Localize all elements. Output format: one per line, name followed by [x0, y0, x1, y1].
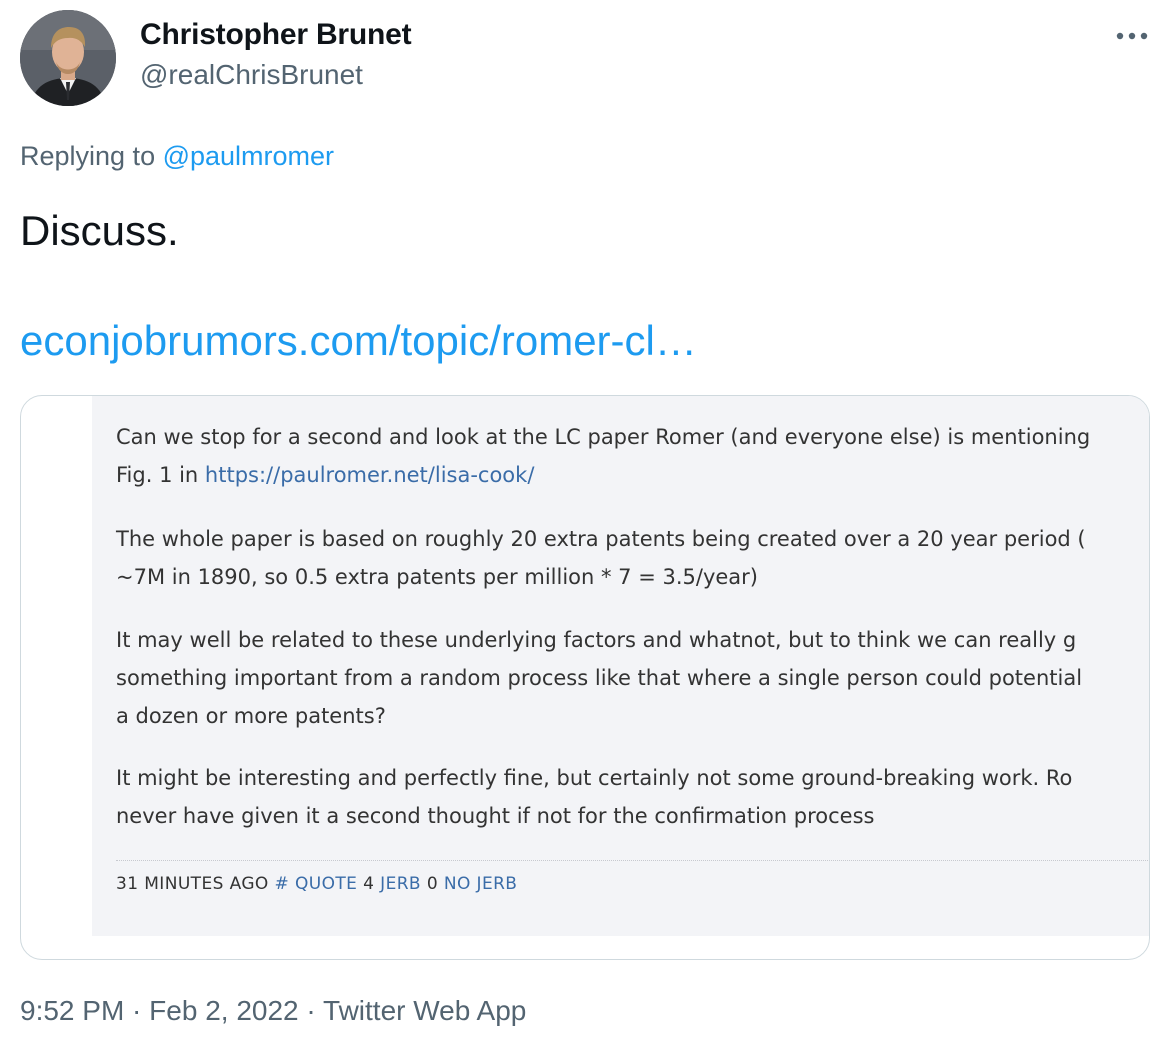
more-options-button[interactable]: [1108, 20, 1156, 52]
post-line: The whole paper is based on roughly 20 e…: [116, 527, 1086, 551]
post-line: It may well be related to these underlyi…: [116, 628, 1077, 652]
post-jerb-count: 4: [363, 874, 375, 894]
tweet-metadata: 9:52 PM · Feb 2, 2022 · Twitter Web App: [20, 995, 526, 1027]
post-no-jerb-count: 0: [426, 874, 439, 894]
author-handle[interactable]: @realChrisBrunet: [140, 59, 363, 91]
post-quote-link: QUOTE: [294, 874, 358, 894]
post-paragraph-3: It may well be related to these underlyi…: [116, 621, 1082, 735]
post-line: never have given it a second thought if …: [116, 804, 875, 828]
post-no-jerb-link: NO JERB: [443, 874, 518, 894]
post-line: It might be interesting and perfectly fi…: [116, 766, 1073, 790]
avatar[interactable]: [20, 10, 116, 106]
tweet-url-link[interactable]: econjobrumors.com/topic/romer-cl…: [20, 317, 697, 365]
post-paragraph-2: The whole paper is based on roughly 20 e…: [116, 520, 1086, 596]
post-line: Can we stop for a second and look at the…: [116, 425, 1091, 449]
reply-mention-link[interactable]: @paulmromer: [163, 141, 334, 171]
post-line: something important from a random proces…: [116, 666, 1083, 690]
post-line: Fig. 1 in https://paulromer.net/lisa-coo…: [116, 456, 1090, 494]
post-line: a dozen or more patents?: [116, 704, 386, 728]
author-display-name[interactable]: Christopher Brunet: [140, 18, 412, 52]
post-permalink: #: [274, 874, 290, 894]
meta-separator: ·: [124, 995, 150, 1026]
post-line-text: Fig. 1 in: [116, 463, 205, 487]
post-paragraph-4: It might be interesting and perfectly fi…: [116, 759, 1072, 835]
post-time: 31 MINUTES AGO: [116, 874, 269, 894]
meta-separator: ·: [298, 995, 324, 1026]
post-divider: [116, 860, 1149, 861]
tweet-time[interactable]: 9:52 PM: [20, 995, 124, 1026]
tweet-text: Discuss.: [20, 207, 179, 254]
more-horizontal-icon: [1116, 32, 1148, 40]
post-footer: 31 MINUTES AGO # QUOTE 4 JERB 0 NO JERB: [116, 874, 517, 894]
tweet-source[interactable]: Twitter Web App: [323, 995, 526, 1026]
post-jerb-link: JERB: [380, 874, 421, 894]
replying-to: Replying to @paulmromer: [20, 141, 334, 172]
media-image-card[interactable]: Can we stop for a second and look at the…: [20, 395, 1150, 960]
post-paragraph-1: Can we stop for a second and look at the…: [116, 418, 1090, 494]
post-line: ~7M in 1890, so 0.5 extra patents per mi…: [116, 565, 758, 589]
tweet-date[interactable]: Feb 2, 2022: [149, 995, 298, 1026]
avatar-photo: [20, 10, 116, 106]
post-url-link: https://paulromer.net/lisa-cook/: [204, 463, 535, 487]
replying-to-label: Replying to: [20, 141, 163, 171]
forum-post-screenshot: Can we stop for a second and look at the…: [92, 396, 1149, 936]
